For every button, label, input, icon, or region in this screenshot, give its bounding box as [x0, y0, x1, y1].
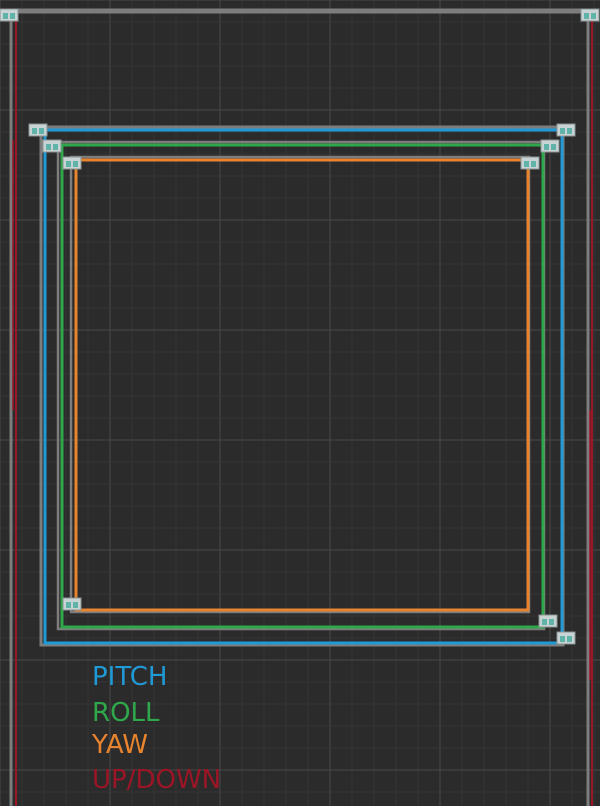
corner-handles: [0, 8, 600, 645]
corner-handle-icon[interactable]: [556, 631, 576, 645]
corner-handle-icon[interactable]: [0, 8, 19, 22]
corner-handle-icon[interactable]: [580, 8, 600, 22]
yaw-frame: [69, 155, 531, 614]
corner-handle-icon[interactable]: [62, 597, 82, 611]
corner-handle-icon[interactable]: [62, 156, 82, 170]
legend-yaw-label: YAW: [92, 730, 148, 760]
corner-handle-icon[interactable]: [42, 139, 62, 153]
yaw-wire: [74, 158, 530, 612]
roll-frame-gray: [56, 140, 546, 631]
wiring-diagram-canvas: [0, 0, 600, 806]
corner-handle-icon[interactable]: [520, 156, 540, 170]
pitch-frame-gray: [39, 125, 565, 647]
pitch-frame: [39, 125, 565, 647]
roll-wire: [60, 143, 545, 629]
corner-handle-icon[interactable]: [28, 123, 48, 137]
corner-handle-icon[interactable]: [540, 139, 560, 153]
corner-handle-icon[interactable]: [538, 614, 558, 628]
legend-pitch-label: PITCH: [92, 662, 168, 692]
yaw-frame-gray: [69, 155, 531, 614]
legend-roll-label: ROLL: [92, 698, 160, 728]
roll-frame: [56, 140, 546, 631]
background-grid: [0, 0, 600, 806]
legend-updown-label: UP/DOWN: [92, 765, 222, 795]
corner-handle-icon[interactable]: [556, 123, 576, 137]
